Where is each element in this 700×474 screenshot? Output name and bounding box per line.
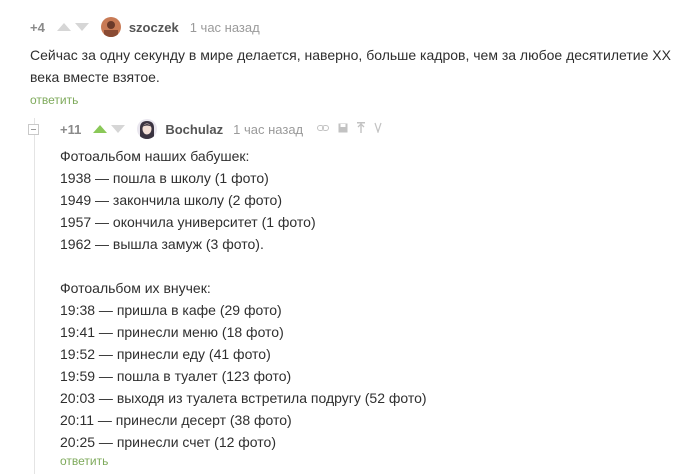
upvote-icon[interactable] bbox=[93, 125, 108, 133]
collapse-icon[interactable] bbox=[28, 124, 39, 135]
comment-header: +4 szoczek 1 час назад bbox=[30, 16, 260, 38]
text-line: 19:41 — принесли меню (18 фото) bbox=[60, 324, 284, 340]
text-line: 1962 — вышла замуж (3 фото). bbox=[60, 236, 264, 252]
text-line: 20:11 — принесли десерт (38 фото) bbox=[60, 412, 292, 428]
comment-text: Фотоальбом наших бабушек: 1938 — пошла в… bbox=[60, 145, 680, 453]
comment-tools bbox=[317, 122, 382, 136]
text-line: 1949 — закончила школу (2 фото) bbox=[60, 192, 282, 208]
comment-author[interactable]: Bochulaz bbox=[165, 122, 223, 137]
comment-header: +11 Bochulaz 1 час назад bbox=[60, 118, 382, 140]
avatar[interactable] bbox=[100, 17, 121, 37]
text-line: 20:03 — выходя из туалета встретила подр… bbox=[60, 390, 427, 406]
text-line: 1938 — пошла в школу (1 фото) bbox=[60, 170, 269, 186]
pin-icon[interactable] bbox=[357, 122, 366, 136]
downvote-icon[interactable] bbox=[111, 125, 126, 133]
downvote-icon[interactable] bbox=[74, 23, 89, 31]
link-icon[interactable] bbox=[317, 123, 330, 135]
text-line: 19:52 — принесли еду (41 фото) bbox=[60, 346, 271, 362]
comment-text: Сейчас за одну секунду в мире делается, … bbox=[30, 47, 671, 85]
text-line: 1957 — окончила университет (1 фото) bbox=[60, 214, 316, 230]
upvote-icon[interactable] bbox=[56, 23, 71, 31]
avatar[interactable] bbox=[137, 119, 158, 139]
comment-rating: +11 bbox=[60, 121, 82, 137]
thread-line[interactable] bbox=[34, 118, 35, 474]
comment-author[interactable]: szoczek bbox=[129, 20, 179, 35]
text-line: Фотоальбом наших бабушек: bbox=[60, 148, 250, 164]
comment-time[interactable]: 1 час назад bbox=[190, 20, 260, 35]
comment-time[interactable]: 1 час назад bbox=[233, 122, 303, 137]
text-line: 19:59 — пошла в туалет (123 фото) bbox=[60, 368, 292, 384]
reply-button[interactable]: ответить bbox=[30, 93, 78, 107]
save-icon[interactable] bbox=[338, 123, 348, 136]
text-line: 20:25 — принесли счет (12 фото) bbox=[60, 434, 276, 450]
comment-rating: +4 bbox=[30, 19, 45, 35]
text-line: Фотоальбом их внучек: bbox=[60, 280, 211, 296]
reply-button[interactable]: ответить bbox=[60, 454, 108, 468]
text-icon[interactable] bbox=[374, 122, 382, 136]
text-line: 19:38 — пришла в кафе (29 фото) bbox=[60, 302, 282, 318]
